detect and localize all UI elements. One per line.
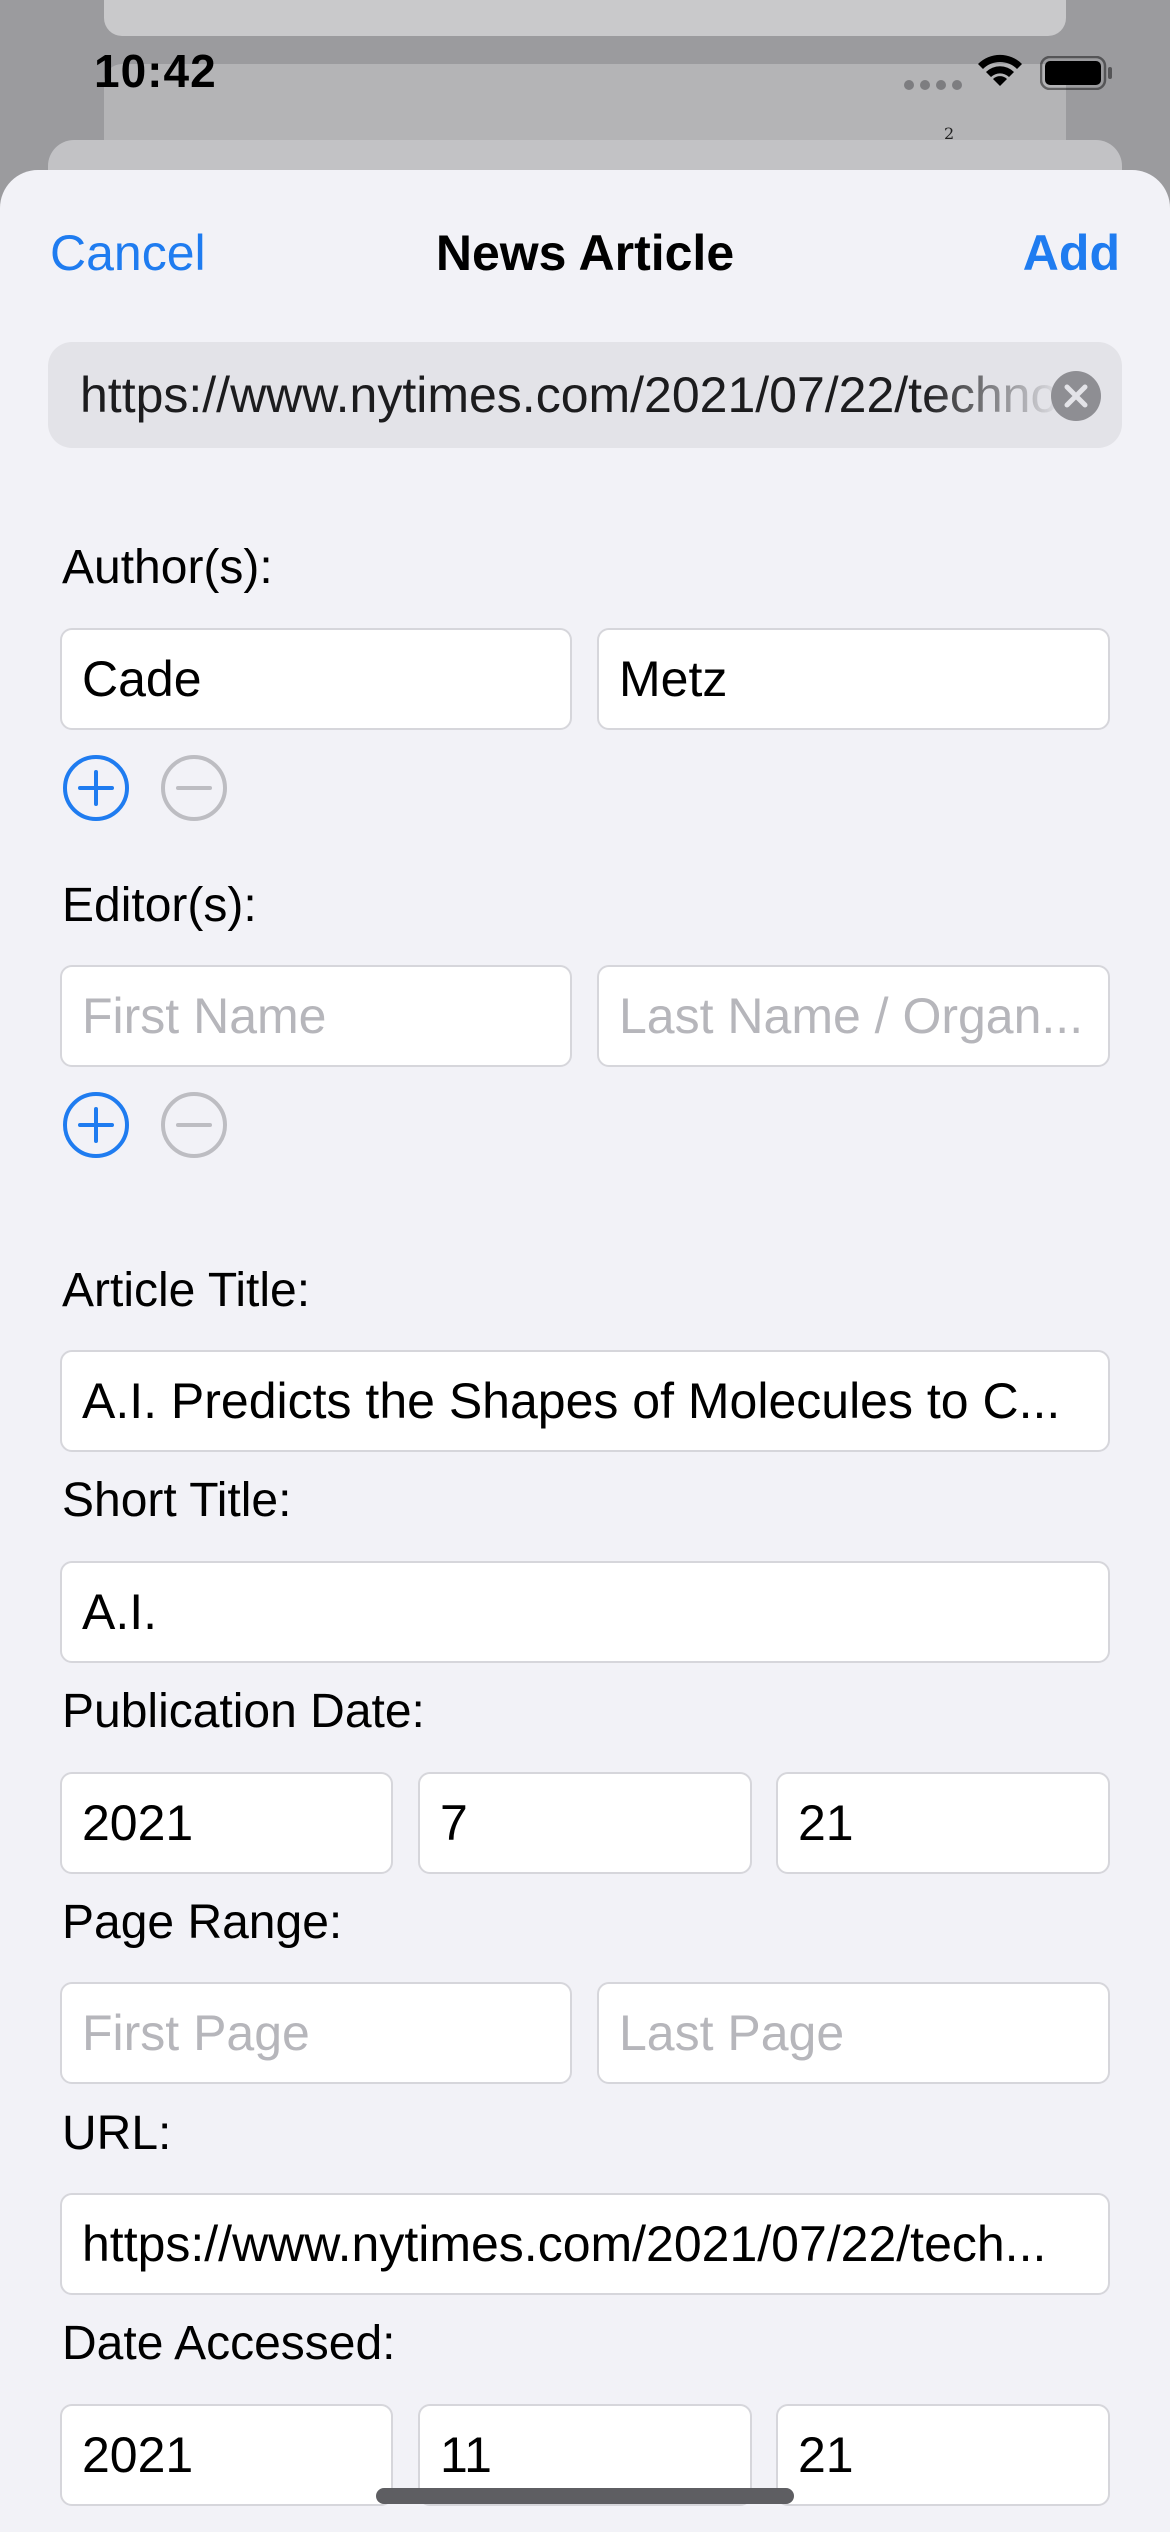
first-page-field[interactable]: First Page bbox=[60, 1982, 572, 2084]
background-card bbox=[104, 0, 1066, 36]
remove-author-button[interactable] bbox=[160, 754, 228, 822]
article-title-field[interactable]: A.I. Predicts the Shapes of Molecules to… bbox=[60, 1350, 1110, 1452]
status-time: 10:42 bbox=[94, 45, 217, 97]
short-title-field[interactable]: A.I. bbox=[60, 1561, 1110, 1663]
editor-first-name-field[interactable]: First Name bbox=[60, 965, 572, 1067]
article-title-label: Article Title: bbox=[62, 1264, 311, 1317]
first-page-placeholder: First Page bbox=[82, 2005, 310, 2061]
publication-day-field[interactable]: 21 bbox=[776, 1772, 1110, 1874]
publication-year-field[interactable]: 2021 bbox=[60, 1772, 393, 1874]
accessed-year-field[interactable]: 2021 bbox=[60, 2404, 393, 2506]
home-indicator[interactable] bbox=[376, 2488, 794, 2504]
background-badge: 2 bbox=[944, 124, 955, 143]
screen: 10:42 2 News Article Cancel Add https://… bbox=[0, 0, 1170, 2532]
editors-label: Editor(s): bbox=[62, 879, 257, 932]
publication-year-value: 2021 bbox=[82, 1795, 194, 1851]
add-editor-button[interactable] bbox=[62, 1091, 130, 1159]
clear-icon[interactable] bbox=[1050, 370, 1102, 422]
publication-day-value: 21 bbox=[798, 1795, 854, 1851]
editor-last-name-placeholder: Last Name / Organ... bbox=[619, 988, 1084, 1044]
last-page-field[interactable]: Last Page bbox=[597, 1982, 1110, 2084]
author-last-name-field[interactable]: Metz bbox=[597, 628, 1110, 730]
editor-first-name-placeholder: First Name bbox=[82, 988, 327, 1044]
add-author-button[interactable] bbox=[62, 754, 130, 822]
editor-last-name-field[interactable]: Last Name / Organ... bbox=[597, 965, 1110, 1067]
accessed-day-value: 21 bbox=[798, 2427, 854, 2483]
publication-month-field[interactable]: 7 bbox=[418, 1772, 752, 1874]
short-title-label: Short Title: bbox=[62, 1474, 292, 1527]
page-range-label: Page Range: bbox=[62, 1896, 343, 1949]
article-title-value: A.I. Predicts the Shapes of Molecules to… bbox=[82, 1373, 1061, 1429]
add-button[interactable]: Add bbox=[1023, 224, 1120, 282]
news-article-sheet: News Article Cancel Add https://www.nyti… bbox=[0, 170, 1170, 2532]
url-lookup-input[interactable]: https://www.nytimes.com/2021/07/22/techn… bbox=[80, 366, 1060, 426]
url-label: URL: bbox=[62, 2107, 172, 2160]
author-first-name-value: Cade bbox=[82, 651, 202, 707]
date-accessed-label: Date Accessed: bbox=[62, 2317, 396, 2370]
battery-icon bbox=[1040, 56, 1112, 90]
url-field[interactable]: https://www.nytimes.com/2021/07/22/tech.… bbox=[60, 2193, 1110, 2295]
publication-date-label: Publication Date: bbox=[62, 1685, 425, 1738]
authors-label: Author(s): bbox=[62, 541, 273, 594]
url-lookup-field[interactable]: https://www.nytimes.com/2021/07/22/techn… bbox=[48, 342, 1122, 448]
wifi-icon bbox=[978, 54, 1022, 86]
cellular-signal-icon bbox=[904, 80, 962, 90]
publication-month-value: 7 bbox=[440, 1795, 468, 1851]
accessed-year-value: 2021 bbox=[82, 2427, 194, 2483]
remove-editor-button[interactable] bbox=[160, 1091, 228, 1159]
author-last-name-value: Metz bbox=[619, 651, 728, 707]
short-title-value: A.I. bbox=[82, 1584, 158, 1640]
author-first-name-field[interactable]: Cade bbox=[60, 628, 572, 730]
url-value: https://www.nytimes.com/2021/07/22/tech.… bbox=[82, 2216, 1047, 2272]
last-page-placeholder: Last Page bbox=[619, 2005, 845, 2061]
accessed-month-value: 11 bbox=[440, 2427, 492, 2483]
accessed-day-field[interactable]: 21 bbox=[776, 2404, 1110, 2506]
cancel-button[interactable]: Cancel bbox=[50, 224, 206, 282]
